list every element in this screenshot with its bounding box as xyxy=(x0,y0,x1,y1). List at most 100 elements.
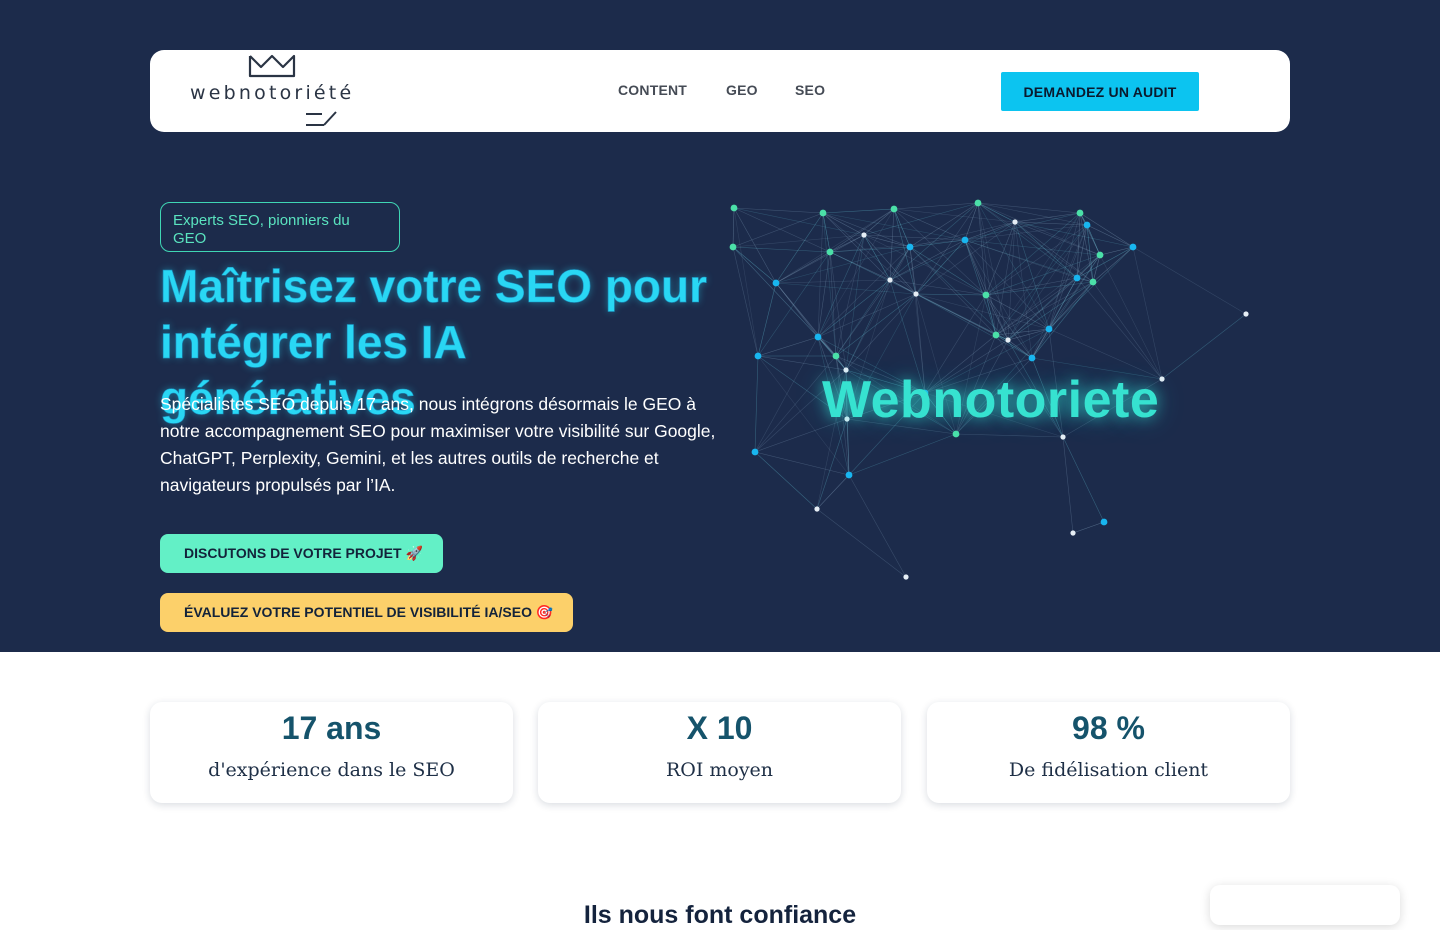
network-edge xyxy=(816,418,848,510)
stat-card-experience: 17 ans d'expérience dans le SEO xyxy=(150,702,513,803)
network-edge xyxy=(964,212,1081,241)
network-edge xyxy=(915,293,1033,359)
network-edge xyxy=(1076,277,1163,380)
network-edge xyxy=(835,279,891,357)
network-node xyxy=(890,205,898,213)
network-edge xyxy=(1014,221,1134,248)
network-edge xyxy=(1007,339,1033,359)
network-edge xyxy=(822,208,895,214)
stat-label: d'expérience dans le SEO xyxy=(208,759,455,781)
network-edge xyxy=(845,246,911,371)
network-edge xyxy=(889,208,895,281)
network-edge xyxy=(822,212,891,281)
network-edge xyxy=(845,279,891,371)
network-node xyxy=(861,232,867,238)
network-edge xyxy=(915,293,987,296)
network-edge xyxy=(733,207,759,357)
network-node xyxy=(729,243,737,251)
network-edge xyxy=(893,208,987,296)
network-edge xyxy=(816,508,907,578)
network-edge xyxy=(822,212,911,248)
network-node xyxy=(1159,376,1165,382)
network-edge xyxy=(1062,436,1105,523)
network-edge xyxy=(995,221,1016,336)
network-node xyxy=(1243,311,1249,317)
network-node xyxy=(814,333,822,341)
network-edge xyxy=(964,239,1033,359)
evaluate-potential-button[interactable]: ÉVALUEZ VOTRE POTENTIEL DE VISIBILITÉ IA… xyxy=(160,593,573,632)
nav-link-geo[interactable]: GEO xyxy=(726,82,758,98)
network-edge xyxy=(732,246,777,284)
crown-logo-icon xyxy=(248,54,296,78)
network-edge xyxy=(757,355,847,371)
network-edge xyxy=(909,239,966,248)
network-node xyxy=(1076,209,1084,217)
network-edge xyxy=(817,336,847,371)
discuss-project-button[interactable]: DISCUTONS DE VOTRE PROJET 🚀 xyxy=(160,534,443,573)
stat-value: 17 ans xyxy=(281,710,382,746)
hero-section: webnotoriété CONTENT GEO SEO DEMANDEZ UN… xyxy=(0,0,1440,652)
network-edge xyxy=(829,208,895,253)
network-node xyxy=(754,352,762,360)
network-edge xyxy=(1062,436,1074,534)
network-node xyxy=(1083,221,1091,229)
network-edge xyxy=(845,293,917,371)
network-edge xyxy=(1072,521,1105,534)
network-node xyxy=(814,506,820,512)
site-logo[interactable]: webnotoriété xyxy=(190,50,360,132)
network-edge xyxy=(817,246,911,338)
network-node xyxy=(1045,325,1053,333)
network-edge xyxy=(775,282,917,295)
stat-card-roi: X 10 ROI moyen xyxy=(538,702,901,803)
network-edge xyxy=(1132,246,1247,315)
nav-link-seo[interactable]: SEO xyxy=(795,82,825,98)
network-node xyxy=(992,331,1000,339)
network-node xyxy=(974,199,982,207)
network-edge xyxy=(848,474,907,578)
network-edge xyxy=(1048,246,1134,330)
network-node xyxy=(1073,274,1081,282)
network-node xyxy=(1005,337,1011,343)
network-edge xyxy=(1076,246,1134,279)
hero-description: Spécialistes SEO depuis 17 ans, nous int… xyxy=(160,394,716,495)
logo-swoosh-icon xyxy=(306,111,337,126)
network-node xyxy=(1070,530,1076,536)
network-edge xyxy=(893,208,966,241)
network-edge xyxy=(1031,281,1094,359)
stat-card-retention: 98 % De fidélisation client xyxy=(927,702,1290,803)
stat-label: ROI moyen xyxy=(665,759,774,781)
network-edge xyxy=(1132,246,1163,380)
network-edge xyxy=(817,279,891,338)
network-edge xyxy=(1099,254,1163,380)
network-node xyxy=(1129,243,1137,251)
nav-link-content[interactable]: CONTENT xyxy=(618,82,687,98)
network-edge xyxy=(955,433,1064,438)
network-node xyxy=(906,243,914,251)
network-edge xyxy=(977,202,987,296)
network-node xyxy=(982,291,990,299)
network-edge xyxy=(964,239,1050,330)
network-edge xyxy=(848,433,957,476)
network-node xyxy=(1028,354,1036,362)
network-node xyxy=(751,448,759,456)
logo-text: webnotoriété xyxy=(190,82,355,104)
stat-label: De fidélisation client xyxy=(1008,759,1209,781)
network-edge xyxy=(1161,313,1247,380)
request-audit-button[interactable]: DEMANDEZ UN AUDIT xyxy=(1001,72,1199,111)
network-edge xyxy=(1031,254,1101,359)
network-edge xyxy=(863,202,979,236)
top-navbar: webnotoriété CONTENT GEO SEO DEMANDEZ UN… xyxy=(150,50,1290,132)
network-edge xyxy=(732,207,735,248)
network-edge xyxy=(754,451,818,510)
network-node xyxy=(887,277,893,283)
network-edge xyxy=(732,246,831,253)
network-edge xyxy=(977,202,1081,214)
hero-badge: Experts SEO, pionniers du GEO xyxy=(160,202,400,252)
stat-value: 98 % xyxy=(1072,710,1145,746)
network-edge xyxy=(732,246,759,357)
network-node xyxy=(819,209,827,217)
network-edge xyxy=(1086,224,1134,248)
network-node xyxy=(961,236,969,244)
floating-widget[interactable] xyxy=(1210,885,1400,925)
network-node xyxy=(772,279,780,287)
